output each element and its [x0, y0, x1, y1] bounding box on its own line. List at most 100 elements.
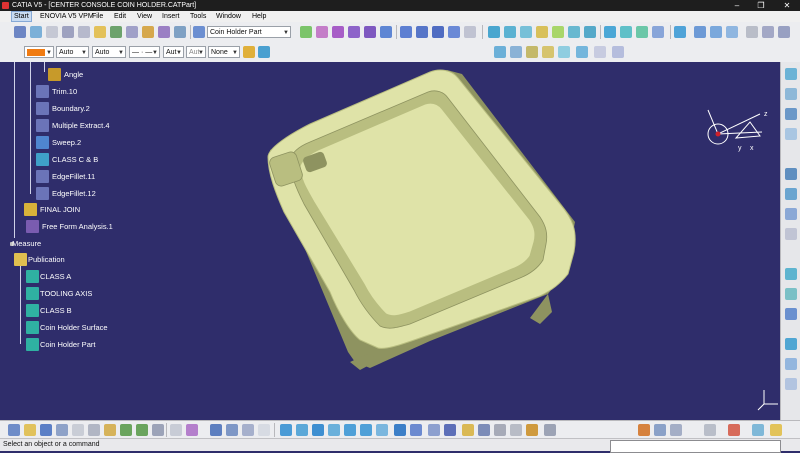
helix-icon[interactable] — [612, 46, 624, 58]
rendering-icon[interactable] — [778, 26, 790, 38]
point-symbol-select[interactable]: Aut ▼ — [163, 46, 184, 58]
zoom-in-icon[interactable] — [344, 424, 356, 436]
iso-view-icon[interactable] — [394, 424, 406, 436]
environment-icon[interactable] — [526, 424, 538, 436]
material-icon[interactable] — [462, 424, 474, 436]
catalog-icon[interactable] — [258, 424, 270, 436]
tool-icon[interactable] — [785, 358, 797, 370]
extract-icon[interactable] — [464, 26, 476, 38]
command-input[interactable] — [610, 440, 781, 453]
coin-holder-model[interactable] — [267, 69, 576, 370]
zoom-out-icon[interactable] — [360, 424, 372, 436]
symmetry-icon[interactable] — [568, 26, 580, 38]
point-icon[interactable] — [110, 26, 122, 38]
transparency-select[interactable]: Auto ▼ — [56, 46, 89, 58]
trim-icon[interactable] — [432, 26, 444, 38]
restore-button[interactable]: ❐ — [750, 0, 772, 11]
boundary-icon[interactable] — [448, 26, 460, 38]
menu-view[interactable]: View — [137, 12, 152, 21]
tool-icon[interactable] — [785, 378, 797, 390]
tool-icon[interactable] — [785, 308, 797, 320]
menu-enovia[interactable]: ENOVIA V5 VPM — [40, 12, 94, 21]
surface-b-icon[interactable] — [316, 26, 328, 38]
curvature-icon[interactable] — [652, 26, 664, 38]
menu-tools[interactable]: Tools — [190, 12, 206, 21]
tool-icon[interactable] — [785, 208, 797, 220]
tool-icon[interactable] — [785, 268, 797, 280]
offset-icon[interactable] — [332, 26, 344, 38]
swap-space-icon[interactable] — [762, 26, 774, 38]
light-icon[interactable] — [494, 424, 506, 436]
shading-icon[interactable] — [410, 424, 422, 436]
measure-between-icon[interactable] — [752, 424, 764, 436]
split-icon[interactable] — [416, 26, 428, 38]
select-icon[interactable] — [30, 26, 42, 38]
measure-icon[interactable] — [674, 26, 686, 38]
translate-icon[interactable] — [536, 26, 548, 38]
ground-icon[interactable] — [510, 424, 522, 436]
redo-icon[interactable] — [136, 424, 148, 436]
tool-icon[interactable] — [785, 88, 797, 100]
tool-icon[interactable] — [785, 68, 797, 80]
hide-show-icon[interactable] — [746, 26, 758, 38]
fillet-icon[interactable] — [488, 26, 500, 38]
3d-viewport[interactable]: z y x Angle Trim.10 Boundary.2 Multiple … — [0, 62, 780, 420]
compass[interactable]: z y x — [707, 109, 768, 152]
workbench-icon[interactable] — [14, 26, 26, 38]
swap-visible-icon[interactable] — [444, 424, 456, 436]
tool-icon[interactable] — [785, 288, 797, 300]
formula-icon[interactable] — [170, 424, 182, 436]
pan-icon[interactable] — [312, 424, 324, 436]
properties-icon[interactable] — [258, 46, 270, 58]
law-icon[interactable] — [226, 424, 238, 436]
connect-checker-icon[interactable] — [620, 26, 632, 38]
fill-color-select[interactable]: ▼ — [24, 46, 54, 58]
tool-icon[interactable] — [785, 128, 797, 140]
menu-insert[interactable]: Insert — [162, 12, 180, 21]
section-icon[interactable] — [704, 424, 716, 436]
draft-analysis-icon[interactable] — [636, 26, 648, 38]
apply-material-icon[interactable] — [726, 26, 738, 38]
menu-window[interactable]: Window — [216, 12, 241, 21]
normal-view-icon[interactable] — [376, 424, 388, 436]
extrude-icon[interactable] — [158, 26, 170, 38]
corner-icon[interactable] — [526, 46, 538, 58]
revolve-icon[interactable] — [174, 26, 186, 38]
layers-icon[interactable] — [478, 424, 490, 436]
tools-palette-icon[interactable] — [242, 424, 254, 436]
current-part-select[interactable]: Coin Holder Part ▼ — [207, 26, 291, 38]
curve-analysis-icon[interactable] — [604, 26, 616, 38]
fit-all-icon[interactable] — [296, 424, 308, 436]
connect-curve-icon[interactable] — [542, 46, 554, 58]
line-type-select[interactable]: — · — · ▼ — [129, 46, 160, 58]
blend-icon[interactable] — [380, 26, 392, 38]
scaling-icon[interactable] — [584, 26, 596, 38]
rotate-icon[interactable] — [552, 26, 564, 38]
tool-icon[interactable] — [785, 168, 797, 180]
menu-start[interactable]: Start — [11, 11, 32, 22]
spline-icon[interactable] — [494, 46, 506, 58]
whats-this-icon[interactable] — [152, 424, 164, 436]
minimize-button[interactable]: – — [726, 0, 748, 11]
knowledge-icon[interactable] — [186, 424, 198, 436]
animation-icon[interactable] — [670, 424, 682, 436]
sweep-icon[interactable] — [348, 26, 360, 38]
table-icon[interactable] — [210, 424, 222, 436]
menu-edit[interactable]: Edit — [114, 12, 126, 21]
polyline-icon[interactable] — [510, 46, 522, 58]
hide-show-icon[interactable] — [428, 424, 440, 436]
fill-icon[interactable] — [364, 26, 376, 38]
line-icon[interactable] — [126, 26, 138, 38]
undo-icon[interactable] — [120, 424, 132, 436]
plane-icon[interactable] — [94, 26, 106, 38]
surface-a-icon[interactable] — [300, 26, 312, 38]
capture-icon[interactable] — [544, 424, 556, 436]
axis-icon[interactable] — [142, 26, 154, 38]
projection-icon[interactable] — [576, 46, 588, 58]
variable-fillet-icon[interactable] — [520, 26, 532, 38]
scene-icon[interactable] — [654, 424, 666, 436]
save-icon[interactable] — [40, 424, 52, 436]
print-icon[interactable] — [56, 424, 68, 436]
fly-mode-icon[interactable] — [280, 424, 292, 436]
conic-icon[interactable] — [558, 46, 570, 58]
